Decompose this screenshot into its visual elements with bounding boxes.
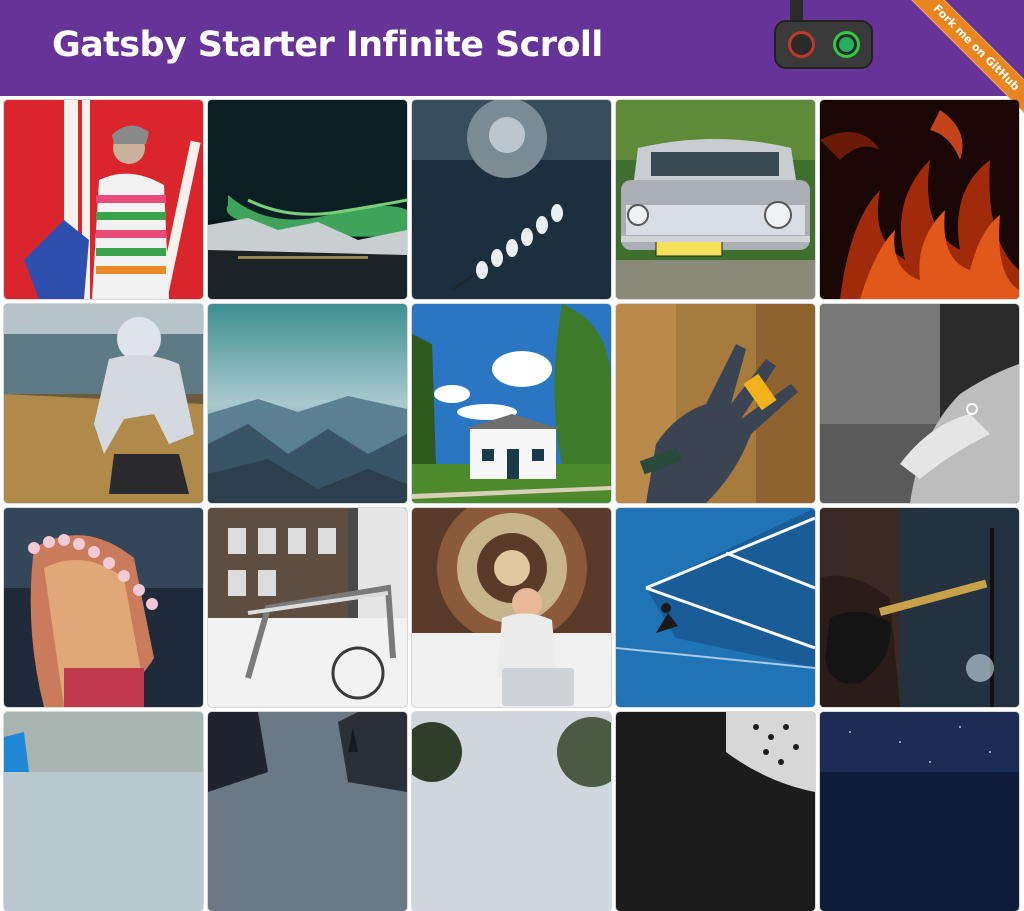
- photo-tile-flower-crown[interactable]: [4, 508, 203, 707]
- photo-tile-woman-striped-sweater[interactable]: [4, 100, 203, 299]
- photo-tile-blurry-blue[interactable]: [4, 712, 203, 911]
- photo-image: [820, 304, 1019, 503]
- photo-image: [4, 508, 203, 707]
- photo-image: [4, 304, 203, 503]
- photo-tile-flower-bokeh[interactable]: [412, 100, 611, 299]
- photo-tile-hand-tape[interactable]: [616, 304, 815, 503]
- photo-tile-mountain-haze[interactable]: [208, 304, 407, 503]
- photo-image: [820, 508, 1019, 707]
- site-header: Gatsby Starter Infinite Scroll Fork me o…: [0, 0, 1024, 128]
- photo-image: [208, 508, 407, 707]
- photo-image: [4, 100, 203, 299]
- photo-gallery: [4, 100, 1020, 911]
- photo-tile-vintage-car[interactable]: [616, 100, 815, 299]
- red-light-icon: [788, 31, 815, 58]
- photo-tile-tennis-court[interactable]: [616, 508, 815, 707]
- photo-image: [616, 712, 815, 911]
- photo-tile-fire[interactable]: [820, 100, 1019, 299]
- ribbon-label: Fork me on GitHub: [930, 1, 1023, 94]
- photo-image: [412, 304, 611, 503]
- page-title[interactable]: Gatsby Starter Infinite Scroll: [52, 25, 603, 65]
- photo-image: [616, 100, 815, 299]
- photo-image: [820, 712, 1019, 911]
- green-light-icon: [833, 31, 860, 58]
- photo-tile-white-house[interactable]: [412, 304, 611, 503]
- photo-image: [208, 100, 407, 299]
- photo-image: [4, 712, 203, 911]
- photo-tile-silver-jacket[interactable]: [4, 304, 203, 503]
- photo-image: [820, 100, 1019, 299]
- photo-tile-holding-hands[interactable]: [820, 304, 1019, 503]
- photo-image: [616, 508, 815, 707]
- photo-image: [412, 100, 611, 299]
- photo-tile-aurora[interactable]: [208, 100, 407, 299]
- photo-tile-dark-dotted[interactable]: [616, 712, 815, 911]
- photo-tile-guitarist[interactable]: [820, 508, 1019, 707]
- photo-image: [208, 712, 407, 911]
- photo-image: [208, 304, 407, 503]
- toggle-post: [790, 0, 803, 22]
- photo-tile-dark-building[interactable]: [208, 712, 407, 911]
- traffic-light-toggle-icon[interactable]: [774, 0, 874, 72]
- photo-tile-trees[interactable]: [412, 712, 611, 911]
- toggle-body[interactable]: [774, 20, 873, 69]
- photo-image: [412, 508, 611, 707]
- photo-tile-bed-laptop[interactable]: [412, 508, 611, 707]
- photo-image: [412, 712, 611, 911]
- photo-image: [616, 304, 815, 503]
- photo-tile-night-sky[interactable]: [820, 712, 1019, 911]
- photo-tile-snowy-bikes[interactable]: [208, 508, 407, 707]
